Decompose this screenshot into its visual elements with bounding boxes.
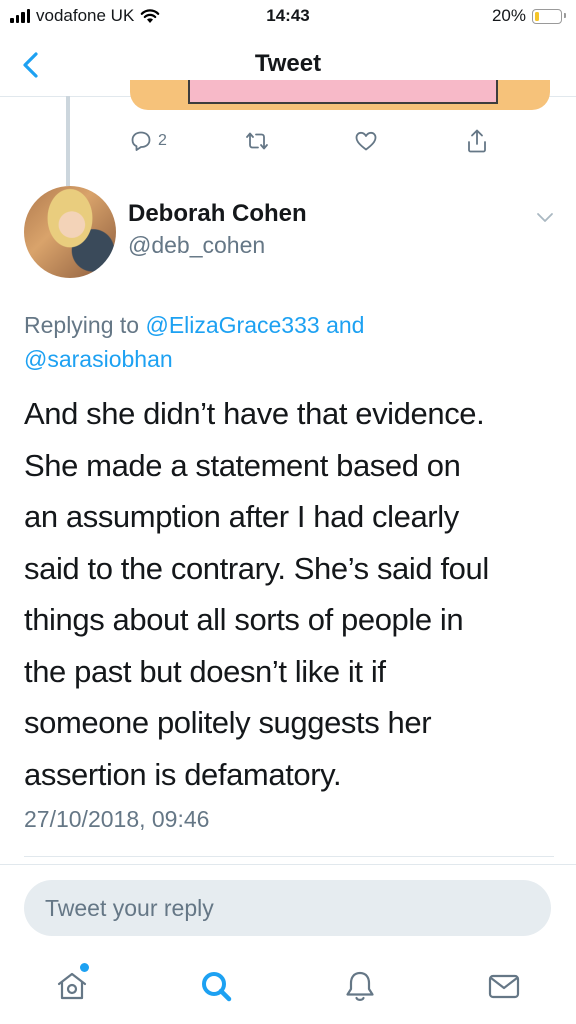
- status-time: 14:43: [266, 6, 310, 25]
- replying-to: Replying to @ElizaGrace333 and @sarasiob…: [24, 308, 544, 376]
- tweet-text-line: the past but doesn’t like it if: [24, 653, 386, 689]
- retweet-icon: [246, 132, 268, 150]
- avatar[interactable]: [24, 186, 116, 278]
- battery-status: 20%: [491, 6, 566, 26]
- like-button[interactable]: [354, 130, 378, 152]
- battery-percent: 20%: [491, 6, 526, 25]
- author-handle[interactable]: @deb_cohen: [128, 232, 265, 259]
- reply-button[interactable]: 2: [130, 130, 167, 152]
- divider: [0, 864, 576, 865]
- home-icon[interactable]: [52, 966, 92, 1006]
- tweet-text-line: someone politely suggests her: [24, 705, 432, 740]
- mention-and: and: [326, 312, 365, 338]
- mention-link[interactable]: @ElizaGrace333: [145, 312, 319, 338]
- tweet-text: And she didn’t have that evidence. She m…: [24, 388, 554, 800]
- notifications-icon[interactable]: [340, 966, 380, 1006]
- reply-placeholder: Tweet your reply: [45, 895, 214, 921]
- battery-icon: [532, 8, 566, 24]
- mention-link[interactable]: @sarasiobhan: [24, 346, 173, 372]
- tweet-text-line: said to the contrary. She’s said foul: [24, 550, 489, 586]
- retweet-button[interactable]: [244, 131, 270, 151]
- tweet-text-line: an assumption after I had clearly: [24, 499, 459, 534]
- page-title: Tweet: [254, 50, 322, 77]
- tweet-text-line: And she didn’t have that evidence.: [24, 396, 485, 431]
- thread-connector: [66, 96, 70, 186]
- notification-dot: [80, 963, 89, 972]
- divider: [24, 856, 554, 857]
- tweet-timestamp: 27/10/2018, 09:46: [24, 806, 210, 832]
- messages-icon[interactable]: [484, 966, 524, 1006]
- reply-count: 2: [158, 132, 167, 149]
- chevron-down-icon[interactable]: [533, 208, 557, 226]
- reply-icon: [131, 131, 151, 151]
- like-icon: [355, 131, 377, 151]
- author-name[interactable]: Deborah Cohen: [128, 200, 307, 228]
- reply-input[interactable]: Tweet your reply: [24, 880, 551, 936]
- tweet-text-line: She made a statement based on: [24, 447, 461, 483]
- status-bar: vodafone UK 14:43 20%: [0, 0, 576, 34]
- share-button[interactable]: [466, 128, 488, 154]
- previous-tweet-media[interactable]: [130, 80, 550, 110]
- tweet-text-line: assertion is defamatory.: [24, 756, 342, 792]
- share-icon: [468, 129, 486, 153]
- search-icon[interactable]: [196, 966, 236, 1006]
- tweet-text-line: things about all sorts of people in: [24, 602, 464, 637]
- replying-prefix: Replying to: [24, 312, 140, 338]
